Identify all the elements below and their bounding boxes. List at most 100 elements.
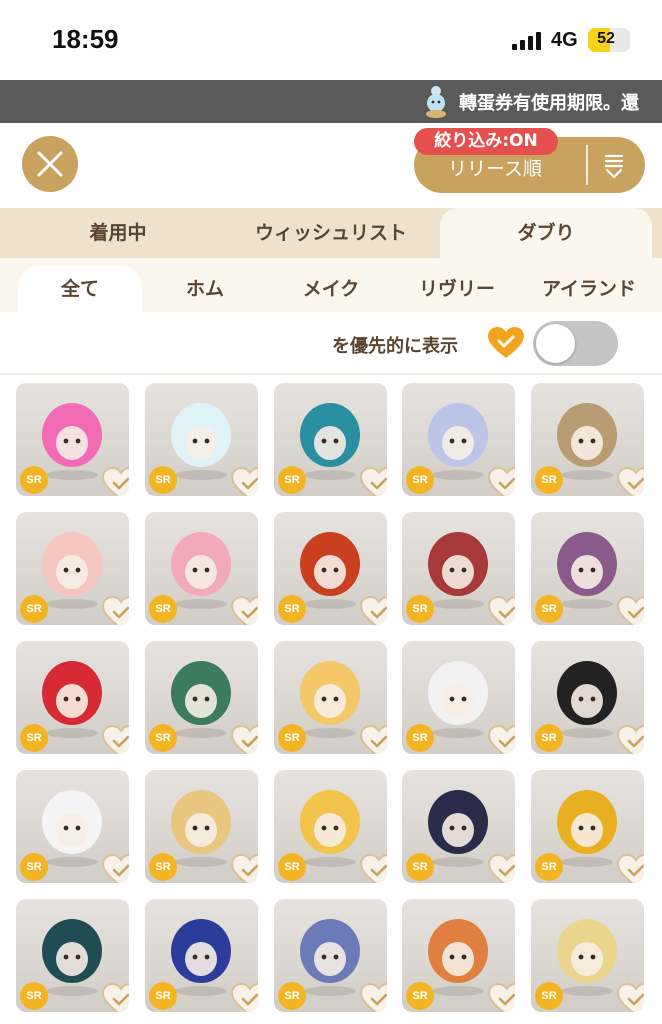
wishlist-heart-icon[interactable] — [102, 725, 129, 754]
item-card[interactable]: SR — [16, 899, 129, 1012]
control-bar: リリース順 絞り込み:ON — [0, 123, 662, 208]
wishlist-heart-icon[interactable] — [488, 596, 515, 625]
priority-label: を優先的に表示 — [332, 336, 458, 357]
network-type: 4G — [551, 29, 578, 51]
wishlist-heart-icon[interactable] — [360, 725, 387, 754]
item-card[interactable]: SR — [145, 770, 258, 883]
wishlist-heart-icon[interactable] — [102, 983, 129, 1012]
rarity-badge: SR — [278, 853, 306, 881]
tab-wishlist[interactable]: ウィッシュリスト — [228, 208, 434, 258]
rarity-badge: SR — [20, 466, 48, 494]
mascot-icon — [426, 86, 446, 118]
rarity-badge: SR — [20, 853, 48, 881]
item-card[interactable]: SR — [402, 383, 515, 496]
announcement-banner[interactable]: 轉蛋券有使用期限。還 — [0, 80, 662, 123]
wishlist-heart-icon[interactable] — [488, 854, 515, 883]
item-card[interactable]: SR — [274, 899, 387, 1012]
wishlist-heart-icon[interactable] — [102, 854, 129, 883]
item-card[interactable]: SR — [16, 383, 129, 496]
item-card[interactable]: SR — [531, 512, 644, 625]
tab-wearing[interactable]: 着用中 — [18, 208, 218, 258]
rarity-badge: SR — [149, 466, 177, 494]
tab-island[interactable]: アイランド — [522, 266, 656, 312]
item-card[interactable]: SR — [402, 512, 515, 625]
tab-makeup[interactable]: メイク — [272, 266, 390, 312]
status-bar: 18:59 4G 52 — [0, 0, 662, 80]
item-card[interactable]: SR — [402, 899, 515, 1012]
rarity-badge: SR — [20, 595, 48, 623]
tab-duplicates[interactable]: ダブり — [440, 208, 652, 258]
rarity-badge: SR — [535, 595, 563, 623]
sort-label: リリース順 — [448, 158, 543, 180]
item-card[interactable]: SR — [531, 641, 644, 754]
wishlist-heart-icon[interactable] — [231, 467, 258, 496]
wishlist-heart-icon[interactable] — [488, 983, 515, 1012]
wishlist-heart-icon[interactable] — [360, 983, 387, 1012]
category-tab-bar: 全て ホム メイク リヴリー アイランド — [0, 258, 662, 312]
wishlist-heart-icon[interactable] — [488, 725, 515, 754]
tab-all[interactable]: 全て — [18, 266, 142, 312]
filter-status-badge[interactable]: 絞り込み:ON — [414, 128, 558, 155]
wishlist-heart-icon[interactable] — [102, 467, 129, 496]
wishlist-heart-icon[interactable] — [360, 854, 387, 883]
item-card[interactable]: SR — [16, 641, 129, 754]
item-card[interactable]: SR — [402, 770, 515, 883]
rarity-badge: SR — [406, 853, 434, 881]
rarity-badge: SR — [406, 724, 434, 752]
rarity-badge: SR — [278, 466, 306, 494]
wishlist-heart-icon[interactable] — [231, 596, 258, 625]
item-card[interactable]: SR — [531, 383, 644, 496]
item-card[interactable]: SR — [145, 899, 258, 1012]
priority-toggle[interactable] — [533, 321, 618, 366]
battery-level: 52 — [597, 30, 615, 47]
wishlist-heart-icon[interactable] — [360, 596, 387, 625]
rarity-badge: SR — [535, 982, 563, 1010]
tab-livly[interactable]: リヴリー — [396, 266, 518, 312]
rarity-badge: SR — [535, 466, 563, 494]
sort-divider — [586, 145, 588, 185]
wishlist-heart-icon[interactable] — [617, 725, 644, 754]
item-card[interactable]: SR — [274, 770, 387, 883]
rarity-badge: SR — [149, 982, 177, 1010]
wishlist-heart-icon[interactable] — [617, 854, 644, 883]
rarity-badge: SR — [278, 724, 306, 752]
wishlist-heart-icon[interactable] — [102, 596, 129, 625]
wishlist-heart-icon[interactable] — [231, 854, 258, 883]
item-card[interactable]: SR — [16, 512, 129, 625]
priority-row: を優先的に表示 — [0, 312, 662, 375]
wishlist-heart-icon[interactable] — [617, 467, 644, 496]
wishlist-heart-icon[interactable] — [617, 596, 644, 625]
tab-home[interactable]: ホム — [146, 266, 264, 312]
wishlist-heart-icon[interactable] — [231, 725, 258, 754]
heart-check-icon — [488, 327, 524, 358]
rarity-badge: SR — [535, 853, 563, 881]
rarity-badge: SR — [535, 724, 563, 752]
item-card[interactable]: SR — [531, 899, 644, 1012]
toggle-knob — [536, 324, 575, 363]
wishlist-heart-icon[interactable] — [488, 467, 515, 496]
item-grid: SR SR SR SR SR SR SR SR SR SR SR SR SR SR SR SR SR SR SR SR… — [0, 377, 662, 1024]
item-card[interactable]: SR — [274, 641, 387, 754]
signal-icon — [512, 32, 542, 50]
sort-order-icon[interactable] — [603, 153, 625, 179]
item-card[interactable]: SR — [274, 512, 387, 625]
rarity-badge: SR — [278, 595, 306, 623]
banner-text: 轉蛋券有使用期限。還 — [459, 93, 639, 114]
item-card[interactable]: SR — [531, 770, 644, 883]
item-card[interactable]: SR — [145, 641, 258, 754]
item-card[interactable]: SR — [145, 512, 258, 625]
wishlist-heart-icon[interactable] — [617, 983, 644, 1012]
main-tab-bar: 着用中 ウィッシュリスト ダブり — [0, 208, 662, 258]
item-card[interactable]: SR — [16, 770, 129, 883]
rarity-badge: SR — [149, 595, 177, 623]
wishlist-heart-icon[interactable] — [231, 983, 258, 1012]
item-card[interactable]: SR — [274, 383, 387, 496]
wishlist-heart-icon[interactable] — [360, 467, 387, 496]
item-card[interactable]: SR — [145, 383, 258, 496]
close-button[interactable] — [22, 136, 78, 192]
rarity-badge: SR — [20, 724, 48, 752]
rarity-badge: SR — [149, 853, 177, 881]
rarity-badge: SR — [406, 595, 434, 623]
item-card[interactable]: SR — [402, 641, 515, 754]
rarity-badge: SR — [406, 466, 434, 494]
